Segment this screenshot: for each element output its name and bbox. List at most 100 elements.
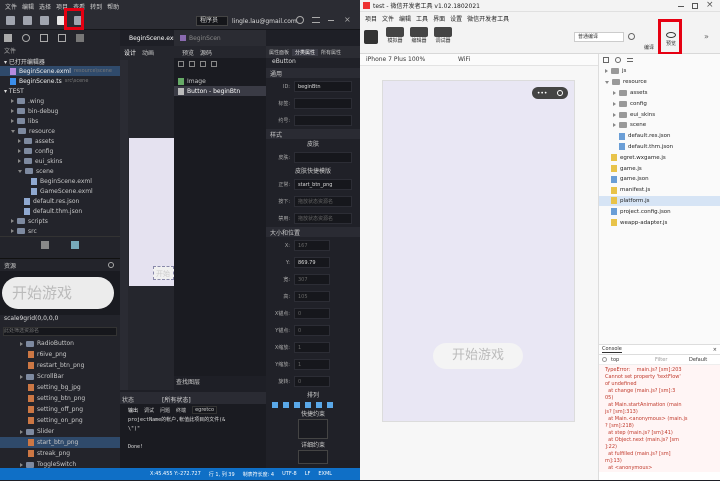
tree-item[interactable]: default.thm.json (0, 206, 120, 216)
save-icon[interactable] (6, 16, 15, 25)
tree-item[interactable]: BeginScene.exml (0, 176, 120, 186)
tree-item[interactable]: scripts (0, 216, 120, 226)
wx-menu-settings[interactable]: 设置 (450, 14, 462, 23)
wechat-maximize-icon[interactable] (692, 3, 698, 9)
window-close-icon[interactable]: × (344, 16, 351, 24)
editor-toggle[interactable]: 编辑器 (408, 27, 430, 44)
tree-item[interactable]: libs (0, 116, 120, 126)
wx-file-item[interactable]: manifest.js (599, 185, 720, 196)
prop-tag-input[interactable] (294, 98, 352, 109)
wechat-minimize-icon[interactable] (678, 6, 684, 7)
console-close-icon[interactable]: × (713, 347, 717, 353)
tree-item[interactable]: GameScene.exml (0, 186, 120, 196)
menu-icon[interactable] (312, 17, 320, 23)
dependencies-icon[interactable] (41, 240, 49, 249)
subtab-preview[interactable]: 预览 (182, 48, 194, 57)
tab-console[interactable]: Console (602, 346, 622, 353)
more-icon[interactable]: » (704, 32, 709, 41)
wx-file-item[interactable]: default.res.json (599, 131, 720, 142)
resource-item[interactable]: Slider (0, 426, 120, 437)
size-prop-input[interactable]: 0 (294, 325, 330, 336)
tab-category[interactable]: 分类属性 (292, 48, 319, 56)
menu-file[interactable]: 文件 (5, 2, 17, 11)
compile-mode-select[interactable]: 普通编译 (574, 32, 624, 42)
network-select[interactable]: WiFi (458, 56, 508, 63)
start-game-button[interactable]: 开始游戏 (433, 343, 523, 369)
resource-item[interactable]: start_btn_png (0, 437, 120, 448)
wx-menu-tools[interactable]: 工具 (416, 14, 428, 23)
subtab-animation[interactable]: 动画 (142, 48, 154, 57)
save-all-icon[interactable] (23, 16, 32, 25)
section-size[interactable]: 大小和位置 (266, 227, 360, 237)
resource-item[interactable]: r6ive_png (0, 349, 120, 360)
layer-image[interactable]: Image (174, 76, 266, 86)
align-top-icon[interactable] (305, 401, 311, 408)
wx-menu-edit[interactable]: 编辑 (399, 14, 411, 23)
explorer-git-icon[interactable] (40, 34, 48, 42)
wx-menu-devtools[interactable]: 微信开发者工具 (467, 14, 509, 23)
size-prop-input[interactable]: 307 (294, 274, 330, 285)
subtab-design[interactable]: 设计 (124, 48, 136, 57)
resource-item[interactable]: ScrollBar (0, 371, 120, 382)
window-minimize-icon[interactable] (328, 20, 334, 21)
wx-file-item[interactable]: game.js (599, 163, 720, 174)
search-icon[interactable] (615, 57, 621, 63)
puzzle-icon[interactable] (71, 240, 79, 249)
menu-edit[interactable]: 编辑 (22, 2, 34, 11)
menu-select[interactable]: 选择 (39, 2, 51, 11)
align-left-icon[interactable] (272, 401, 278, 408)
size-prop-input[interactable]: 1 (294, 342, 330, 353)
layer-button[interactable]: Button - beginBtn (174, 86, 266, 96)
prop-label-input[interactable] (294, 115, 352, 126)
prop-id-input[interactable]: beginBtn (294, 81, 352, 92)
wx-file-item[interactable]: platform.js (599, 195, 720, 207)
status-encoding[interactable]: UTF-8 (282, 471, 297, 477)
size-prop-input[interactable]: 105 (294, 291, 330, 302)
publish-icon[interactable] (40, 16, 49, 25)
new-file-icon[interactable] (603, 57, 609, 63)
zoom-select[interactable]: 100% (408, 56, 458, 63)
compile-label[interactable]: 编译 (644, 44, 654, 51)
settings-icon[interactable] (296, 16, 304, 24)
design-canvas[interactable]: 开始 (129, 138, 174, 286)
console-filter[interactable]: Filter (655, 357, 685, 363)
capsule-menu[interactable]: ••• (532, 87, 568, 99)
prop-disabled-input[interactable]: 拖放状态资源名 (294, 213, 352, 224)
resource-item[interactable]: setting_btn_png (0, 393, 120, 404)
console-clear-icon[interactable] (602, 357, 607, 362)
wx-file-item[interactable]: assets (599, 88, 720, 99)
wx-menu-ui[interactable]: 界面 (433, 14, 445, 23)
status-lang[interactable]: EXML (318, 471, 332, 477)
quick-constraint-grid[interactable] (298, 419, 328, 439)
tree-item[interactable]: resource (0, 126, 120, 136)
refresh-compile-icon[interactable] (628, 33, 635, 40)
tree-item[interactable]: assets (0, 136, 120, 146)
open-editors-header[interactable]: ▾ 已打开编辑器 (0, 56, 120, 66)
size-prop-input[interactable]: 0 (294, 376, 330, 387)
size-prop-input[interactable]: 1 (294, 359, 330, 370)
layer-delete-icon[interactable] (211, 61, 217, 67)
refresh-icon[interactable] (108, 262, 114, 268)
align-middle-icon[interactable] (316, 401, 322, 408)
section-style[interactable]: 样式 (266, 129, 360, 139)
tree-item[interactable]: .wing (0, 96, 120, 106)
wx-file-item[interactable]: default.thm.json (599, 142, 720, 153)
tab-all-props[interactable]: 所有属性 (318, 49, 344, 56)
size-prop-input[interactable]: 869.79 (294, 257, 330, 268)
subtab-source[interactable]: 源码 (200, 48, 212, 57)
wx-file-item[interactable]: weapp-adapter.js (599, 217, 720, 228)
project-header[interactable]: ▾ TEST (0, 86, 120, 96)
tree-item[interactable]: config (0, 146, 120, 156)
all-states[interactable]: [所有状态] (162, 395, 191, 404)
detail-constraint-grid[interactable] (298, 450, 328, 464)
layer-lock-icon[interactable] (200, 61, 206, 67)
output-select[interactable]: egretco (192, 406, 218, 414)
resource-filter-input[interactable] (3, 326, 117, 336)
wx-file-item[interactable]: egret.wxgame.js (599, 152, 720, 163)
layer-group-icon[interactable] (189, 61, 195, 67)
prop-down-input[interactable]: 拖放状态资源名 (294, 196, 352, 207)
explorer-search-icon[interactable] (22, 34, 30, 42)
resource-item[interactable]: setting_off_png (0, 404, 120, 415)
wx-file-item[interactable]: scene (599, 120, 720, 131)
wx-menu-file[interactable]: 文件 (382, 14, 394, 23)
